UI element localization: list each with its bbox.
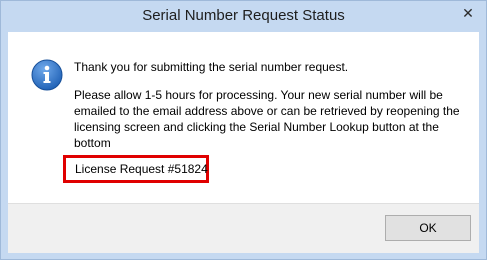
ok-button[interactable]: OK xyxy=(385,215,471,241)
title-bar[interactable]: Serial Number Request Status ✕ xyxy=(1,1,486,32)
dialog-title: Serial Number Request Status xyxy=(142,7,345,24)
license-request-number: License Request #51824 xyxy=(63,155,209,183)
button-bar: OK xyxy=(8,203,479,253)
close-button[interactable]: ✕ xyxy=(458,5,478,22)
dialog-content: Thank you for submitting the serial numb… xyxy=(8,32,479,203)
message-text: Thank you for submitting the serial numb… xyxy=(74,59,469,151)
info-icon xyxy=(31,59,63,91)
thank-you-message: Thank you for submitting the serial numb… xyxy=(74,60,349,74)
processing-message: Please allow 1-5 hours for processing. Y… xyxy=(74,88,460,150)
dialog-window: Serial Number Request Status ✕ Thank you… xyxy=(0,0,487,260)
close-icon: ✕ xyxy=(462,5,474,21)
